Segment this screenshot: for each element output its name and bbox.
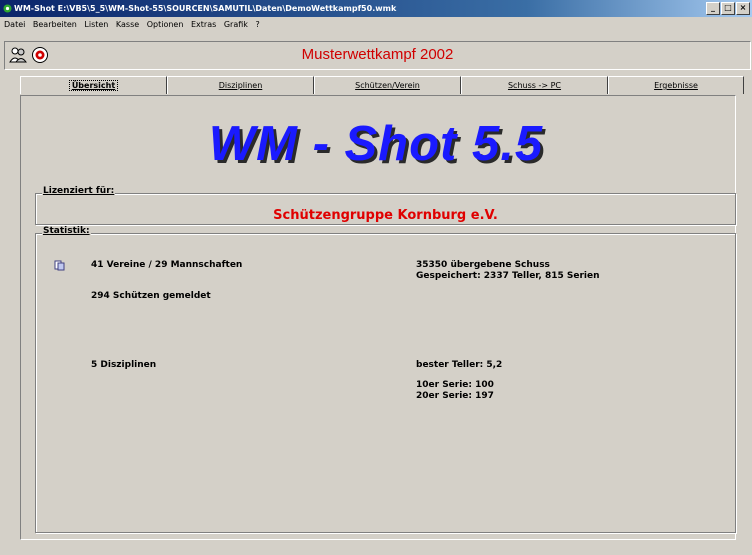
statistics-label: Statistik: (42, 226, 91, 236)
menu-extras[interactable]: Extras (191, 20, 216, 29)
menu-optionen[interactable]: Optionen (147, 20, 184, 29)
app-title: WM - Shot 5.5 (208, 117, 544, 171)
minimize-button[interactable]: _ (706, 2, 720, 15)
menu-listen[interactable]: Listen (84, 20, 108, 29)
saved-stat: Gespeichert: 2337 Teller, 815 Serien (416, 271, 600, 281)
tab-disziplinen[interactable]: Disziplinen (167, 76, 314, 94)
close-button[interactable]: × (736, 2, 750, 15)
clubs-teams-stat: 41 Vereine / 29 Mannschaften (91, 260, 243, 270)
menu-grafik[interactable]: Grafik (224, 20, 248, 29)
maximize-button[interactable]: □ (721, 2, 735, 15)
tab-strip: Übersicht Disziplinen Schützen/Verein Sc… (0, 76, 752, 95)
document-icon (54, 260, 65, 271)
shooters-stat: 294 Schützen gemeldet (91, 291, 211, 301)
license-label: Lizenziert für: (42, 186, 116, 196)
tab-label: Schuss -> PC (507, 81, 562, 90)
menu-bearbeiten[interactable]: Bearbeiten (33, 20, 77, 29)
series10-stat: 10er Serie: 100 (416, 380, 494, 390)
tab-label: Ergebnisse (654, 81, 698, 90)
menu-bar: Datei Bearbeiten Listen Kasse Optionen E… (0, 17, 752, 32)
tab-ergebnisse[interactable]: Ergebnisse (608, 76, 744, 94)
window-title: WM-Shot E:\VB5\5_5\WM-Shot-55\SOURCEN\SA… (14, 4, 397, 13)
tab-label: Schützen/Verein (355, 81, 420, 90)
club-name: Schützengruppe Kornburg e.V. (273, 208, 498, 223)
menu-datei[interactable]: Datei (4, 20, 25, 29)
tab-label: Disziplinen (218, 81, 263, 90)
window-controls: _ □ × (705, 2, 750, 15)
menu-kasse[interactable]: Kasse (116, 20, 139, 29)
competition-header: Musterwettkampf 2002 (4, 41, 751, 70)
series20-stat: 20er Serie: 197 (416, 391, 494, 401)
window-titlebar[interactable]: WM-Shot E:\VB5\5_5\WM-Shot-55\SOURCEN\SA… (0, 0, 752, 17)
menu-help[interactable]: ? (255, 20, 259, 29)
best-teller-stat: bester Teller: 5,2 (416, 360, 503, 370)
app-icon (3, 4, 12, 13)
tab-schuetzen-verein[interactable]: Schützen/Verein (314, 76, 461, 94)
tab-uebersicht[interactable]: Übersicht (20, 76, 167, 94)
tab-schuss-pc[interactable]: Schuss -> PC (461, 76, 608, 94)
competition-title: Musterwettkampf 2002 (301, 46, 454, 63)
disciplines-stat: 5 Disziplinen (91, 360, 157, 370)
tab-label: Übersicht (68, 80, 119, 91)
shots-transferred-stat: 35350 übergebene Schuss (416, 260, 550, 270)
license-group: Lizenziert für: Schützengruppe Kornburg … (35, 186, 736, 225)
statistics-group: Statistik: (35, 226, 736, 533)
